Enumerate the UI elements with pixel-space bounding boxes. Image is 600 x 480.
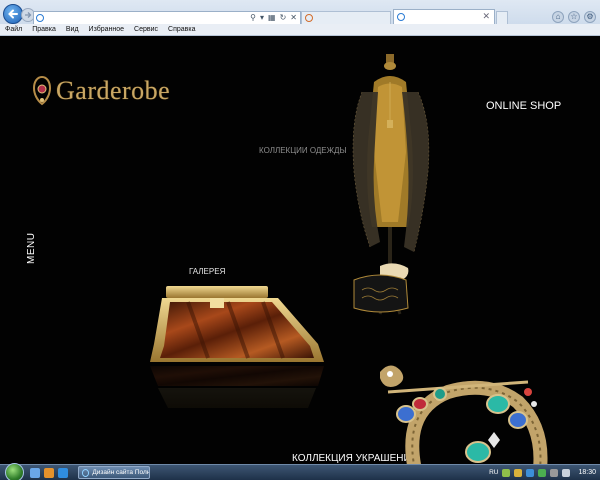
logo-emblem-icon bbox=[32, 75, 52, 106]
logo-text: Garderobe bbox=[56, 76, 171, 105]
clock[interactable]: 18:30 bbox=[578, 469, 596, 476]
ie-taskbar-icon bbox=[82, 468, 90, 477]
media-player-icon[interactable] bbox=[44, 468, 54, 478]
browser-right-tools: ⌂ ☆ ⚙ bbox=[552, 11, 596, 23]
tray-icon[interactable] bbox=[526, 468, 535, 477]
search-icon[interactable]: ⚲ bbox=[250, 13, 256, 23]
jeweled-brooch-image[interactable] bbox=[378, 352, 558, 464]
menu-edit[interactable]: Правка bbox=[32, 24, 56, 35]
address-tools: ⚲ ▾ ▦ ↻ ✕ bbox=[250, 13, 297, 23]
compat-icon[interactable]: ▦ bbox=[268, 13, 276, 23]
tortoiseshell-clutch-image[interactable] bbox=[148, 284, 328, 424]
taskbar: Дизайн сайта Полн... RU 18:30 bbox=[0, 463, 600, 480]
favorites-star-icon[interactable]: ☆ bbox=[568, 11, 580, 23]
nav-clothes-collections[interactable]: КОЛЛЕКЦИИ ОДЕЖДЫ bbox=[259, 146, 347, 155]
address-bar[interactable]: ⚲ ▾ ▦ ↻ ✕ bbox=[33, 11, 301, 25]
tab-close-icon[interactable]: ✕ bbox=[482, 11, 490, 22]
ie-tab-icon bbox=[397, 13, 405, 21]
tab-blank[interactable] bbox=[301, 11, 391, 25]
menu-favorites[interactable]: Избранное bbox=[89, 24, 124, 35]
web-page: Garderobe MENU КОЛЛЕКЦИИ ОДЕЖДЫ ГАЛЕРЕЯ … bbox=[0, 36, 600, 464]
ie-tab-icon bbox=[305, 14, 313, 22]
menu-view[interactable]: Вид bbox=[66, 24, 79, 35]
menu-vertical-label[interactable]: MENU bbox=[26, 233, 37, 264]
tab-active[interactable]: ✕ bbox=[393, 9, 495, 25]
network-icon[interactable] bbox=[562, 468, 571, 477]
tray-icon[interactable] bbox=[550, 468, 559, 477]
gear-icon[interactable]: ⚙ bbox=[584, 11, 596, 23]
close-icon[interactable]: ✕ bbox=[290, 13, 297, 23]
evening-bag-image[interactable] bbox=[350, 258, 412, 316]
ie-page-icon bbox=[36, 14, 44, 22]
tray-icon[interactable] bbox=[514, 468, 523, 477]
taskbar-item-label: Дизайн сайта Полн... bbox=[92, 469, 149, 476]
site-logo[interactable]: Garderobe bbox=[30, 74, 170, 108]
arrow-left-icon bbox=[8, 9, 18, 19]
new-tab-button[interactable] bbox=[496, 11, 508, 25]
tray-icon[interactable] bbox=[502, 468, 511, 477]
arrow-right-icon bbox=[25, 12, 32, 18]
nav-gallery[interactable]: ГАЛЕРЕЯ bbox=[189, 267, 225, 276]
refresh-icon[interactable]: ↻ bbox=[280, 13, 287, 23]
ie-quick-icon[interactable] bbox=[58, 468, 68, 478]
home-icon[interactable]: ⌂ bbox=[552, 11, 564, 23]
menu-help[interactable]: Справка bbox=[168, 24, 195, 35]
menu-tools[interactable]: Сервис bbox=[134, 24, 158, 35]
menu-bar: Файл Правка Вид Избранное Сервис Справка bbox=[0, 24, 600, 36]
language-indicator[interactable]: RU bbox=[489, 469, 498, 476]
back-button[interactable] bbox=[3, 4, 23, 24]
start-button[interactable] bbox=[5, 463, 24, 480]
taskbar-item-browser[interactable]: Дизайн сайта Полн... bbox=[78, 466, 150, 479]
dropdown-icon[interactable]: ▾ bbox=[260, 13, 264, 23]
system-tray: RU 18:30 bbox=[489, 466, 596, 479]
nav-online-shop[interactable]: ONLINE SHOP bbox=[486, 100, 561, 112]
menu-file[interactable]: Файл bbox=[5, 24, 22, 35]
tray-icon[interactable] bbox=[538, 468, 547, 477]
desktop-icon[interactable] bbox=[30, 468, 40, 478]
quick-launch bbox=[30, 468, 68, 478]
